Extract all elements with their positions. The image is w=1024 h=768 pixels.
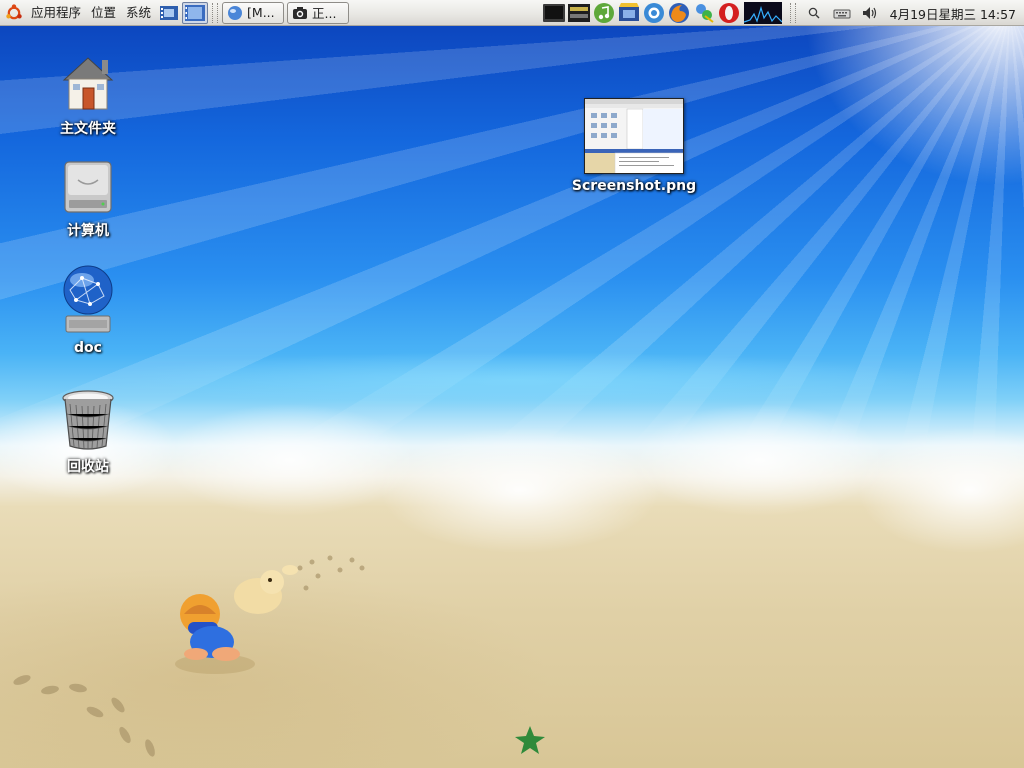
tray-messenger[interactable] bbox=[692, 2, 716, 24]
ocean-surf bbox=[0, 340, 1024, 570]
desktop-icon-screenshot[interactable]: Screenshot.png bbox=[572, 98, 696, 194]
desktop-label-screenshot: Screenshot.png bbox=[571, 178, 697, 194]
trash-can-icon bbox=[62, 390, 114, 450]
computer-drive-icon bbox=[64, 161, 112, 213]
starfish-decoration bbox=[515, 726, 545, 754]
firefox-icon bbox=[668, 3, 689, 23]
show-desktop-icon bbox=[185, 4, 206, 21]
tray-music[interactable] bbox=[592, 2, 616, 24]
tray-volume[interactable] bbox=[861, 2, 879, 24]
unknown-app-icon bbox=[567, 4, 590, 22]
desktop-label-trash: 回收站 bbox=[67, 459, 109, 475]
tray-firefox[interactable] bbox=[667, 2, 691, 24]
image-thumbnail-icon bbox=[584, 98, 684, 174]
desktop-icon-trash[interactable]: 回收站 bbox=[33, 388, 143, 476]
desktop-icon-home-folder[interactable]: 主文件夹 bbox=[33, 52, 143, 138]
home-folder-icon bbox=[62, 57, 114, 110]
tray-terminal[interactable] bbox=[542, 2, 566, 24]
tray-opera[interactable] bbox=[717, 2, 741, 24]
qq-icon bbox=[643, 3, 664, 23]
panel-clock[interactable]: 4月19日星期三 14:57 bbox=[884, 4, 1024, 23]
terminal-icon bbox=[542, 4, 565, 22]
menu-applications[interactable]: 应用程序 bbox=[26, 0, 86, 26]
tray-qq[interactable] bbox=[642, 2, 666, 24]
panel-separator[interactable] bbox=[212, 2, 219, 23]
system-monitor-graph[interactable] bbox=[743, 2, 783, 24]
top-panel: 应用程序 位置 系统 [M... 正... 4月19日星期三 14:57 bbox=[0, 0, 1024, 26]
panel-right-section: 4月19日星期三 14:57 bbox=[542, 0, 1024, 26]
music-note-icon bbox=[593, 3, 614, 23]
desktop-label-doc: doc bbox=[74, 340, 102, 356]
volume-icon bbox=[862, 7, 876, 19]
tray-media-player[interactable] bbox=[617, 2, 641, 24]
taskbar-label-browser: [M... bbox=[247, 5, 275, 20]
media-player-icon bbox=[618, 3, 639, 21]
desktop-icon-doc[interactable]: doc bbox=[33, 264, 143, 356]
globe-icon bbox=[228, 5, 243, 20]
system-monitor-icon bbox=[743, 2, 783, 24]
tray-keyboard[interactable] bbox=[833, 2, 851, 24]
tray-unknown-app[interactable] bbox=[567, 2, 591, 24]
launcher-film-strip[interactable] bbox=[159, 3, 179, 23]
launcher-show-desktop[interactable] bbox=[182, 1, 209, 24]
opera-icon bbox=[718, 3, 739, 23]
desktop-wallpaper bbox=[0, 0, 1024, 768]
film-strip-icon bbox=[160, 5, 179, 20]
tray-search[interactable] bbox=[805, 2, 823, 24]
desktop-label-computer: 计算机 bbox=[67, 223, 109, 239]
search-icon bbox=[808, 7, 820, 19]
panel-separator-right[interactable] bbox=[789, 3, 796, 23]
camera-icon bbox=[293, 6, 308, 19]
taskbar-label-camera: 正... bbox=[312, 6, 337, 21]
menu-places[interactable]: 位置 bbox=[86, 0, 121, 26]
panel-left-section: 应用程序 位置 系统 [M... 正... bbox=[0, 0, 352, 26]
messenger-icon bbox=[695, 4, 714, 23]
desktop-icon-computer[interactable]: 计算机 bbox=[33, 158, 143, 240]
desktop-label-home-folder: 主文件夹 bbox=[60, 121, 116, 137]
ubuntu-logo-icon[interactable] bbox=[5, 3, 23, 22]
taskbar-button-browser[interactable]: [M... bbox=[222, 1, 285, 24]
network-globe-drive-icon bbox=[63, 265, 113, 333]
taskbar-button-camera[interactable]: 正... bbox=[287, 1, 350, 24]
child-and-puppy-illustration bbox=[175, 565, 298, 674]
menu-system[interactable]: 系统 bbox=[121, 0, 156, 26]
keyboard-icon bbox=[833, 9, 851, 19]
